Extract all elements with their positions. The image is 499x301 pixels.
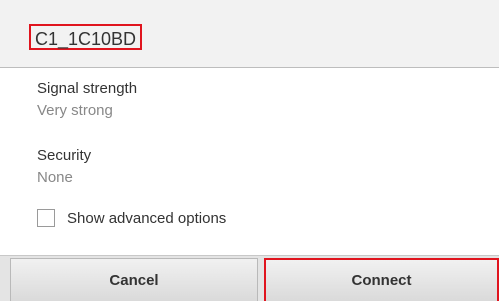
dialog-header: C1_1C10BD (0, 0, 499, 68)
advanced-options-row[interactable]: Show advanced options (37, 208, 226, 228)
connect-button[interactable]: Connect (264, 258, 499, 301)
signal-strength-value: Very strong (37, 102, 113, 119)
cancel-button[interactable]: Cancel (10, 258, 258, 301)
advanced-options-checkbox[interactable] (37, 209, 55, 227)
security-value: None (37, 169, 73, 186)
security-label: Security (37, 147, 92, 164)
signal-strength-label: Signal strength (37, 80, 138, 97)
network-name-title: C1_1C10BD (29, 24, 143, 50)
advanced-options-label[interactable]: Show advanced options (67, 210, 226, 227)
wifi-connect-dialog: C1_1C10BD Signal strength Very strong Se… (0, 0, 499, 301)
